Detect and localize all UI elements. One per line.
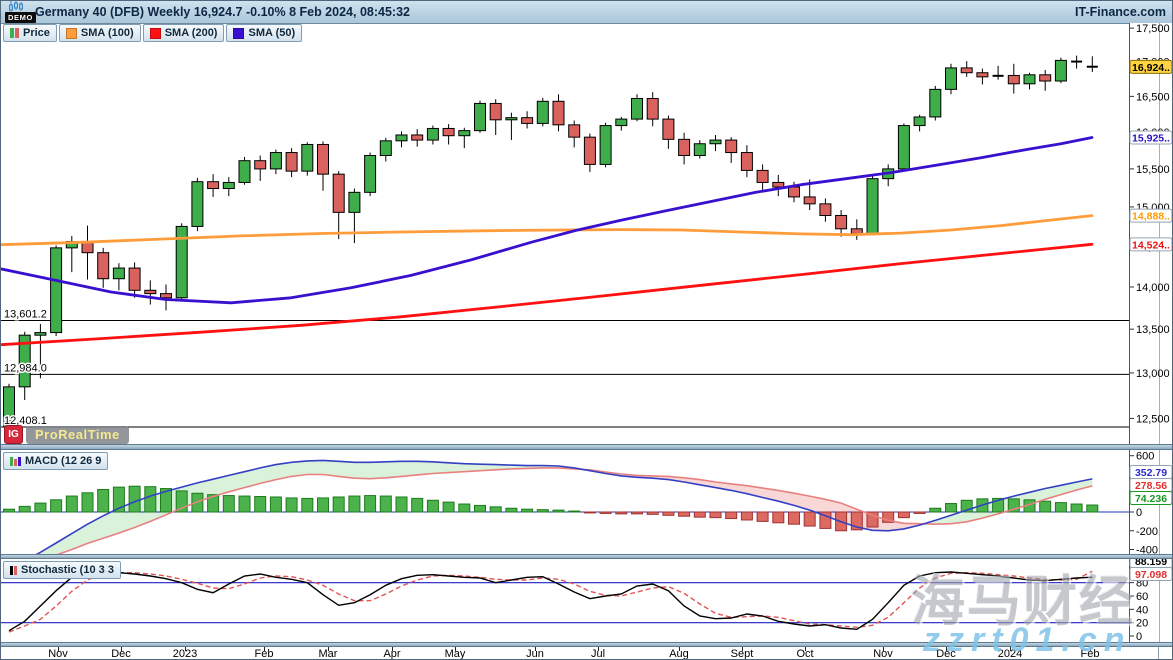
x-axis-label: Apr [383,648,400,660]
svg-text:14,888..: 14,888.. [1132,211,1170,223]
x-axis-label: Jul [591,648,605,660]
svg-text:14,000: 14,000 [1136,282,1170,294]
svg-text:14,524..: 14,524.. [1132,239,1170,251]
x-axis-label: Oct [796,648,813,660]
x-axis-label: Mar [319,648,338,660]
panel-separator[interactable] [1,642,1173,647]
svg-text:15,500: 15,500 [1136,164,1170,176]
stochastic-label-chip[interactable]: Stochastic (10 3 3 [3,561,121,580]
x-axis-label: 2023 [173,648,197,660]
svg-text:12,984.0: 12,984.0 [4,362,47,374]
sma-lines-layer [1,138,1092,345]
legend-label: SMA (100) [81,27,134,39]
panel-separator[interactable] [1,554,1173,559]
instrument-title: Germany 40 (DFB) Weekly 16,924.7 -0.10% … [35,5,410,19]
legend-label: Price [23,27,50,39]
price-icon [10,28,19,38]
svg-text:13,601.2: 13,601.2 [4,308,47,320]
demo-mode-badge: DEMO [5,12,36,23]
svg-text:-200: -200 [1136,526,1158,538]
candles-layer [4,56,1098,439]
sma100-line [1,216,1092,245]
svg-text:60: 60 [1136,591,1148,603]
x-axis-label: Dec [111,648,131,660]
panel-separator[interactable] [1,444,1173,450]
legend-chip-price[interactable]: Price [3,24,57,42]
svg-text:97.098: 97.098 [1135,569,1167,581]
x-axis-label: May [445,648,466,660]
x-axis-label: 2024 [998,648,1022,660]
svg-text:12,500: 12,500 [1136,413,1170,425]
svg-text:278.56: 278.56 [1135,480,1167,492]
svg-text:40: 40 [1136,604,1148,616]
svg-text:600: 600 [1136,451,1154,463]
ig-logo: IG [4,425,23,444]
macd-chart-canvas[interactable] [1,450,1129,554]
indicator-legend: Price SMA (100) SMA (200) SMA (50) [3,24,302,42]
price-chart-canvas[interactable]: 13,601.212,984.012,408.1 [1,23,1129,444]
legend-label: SMA (50) [248,27,295,39]
x-axis-label: Feb [1081,648,1100,660]
horizontal-lines-layer [1,320,1129,426]
prorealtime-logo[interactable]: IG ProRealTime [4,425,129,444]
stochastic-chart-canvas[interactable] [1,559,1129,642]
svg-text:16,924..: 16,924.. [1132,62,1170,74]
stochastic-label: Stochastic (10 3 3 [21,564,114,576]
sma100-swatch-icon [66,28,77,39]
legend-chip-sma100[interactable]: SMA (100) [59,24,141,42]
sma200-swatch-icon [150,28,161,39]
svg-text:0: 0 [1136,507,1142,519]
macd-label-chip[interactable]: MACD (12 26 9 [3,452,108,471]
svg-text:74.236: 74.236 [1135,493,1167,505]
x-axis-label: Dec [936,648,956,660]
macd-label: MACD (12 26 9 [25,455,101,467]
chart-application-window: DEMO Germany 40 (DFB) Weekly 16,924.7 -0… [0,0,1173,660]
brand-link[interactable]: IT-Finance.com [1075,5,1166,19]
svg-text:16,500: 16,500 [1136,91,1170,103]
prorealtime-wordmark: ProRealTime [26,426,129,444]
svg-text:20: 20 [1136,618,1148,630]
sma50-swatch-icon [233,28,244,39]
svg-text:13,500: 13,500 [1136,324,1170,336]
x-axis-label: Sept [731,648,754,660]
x-axis-label: Aug [669,648,689,660]
time-axis[interactable]: Nov Dec 2023 Feb Mar Apr May Jun Jul Aug Sept Oct No… [1,647,1173,660]
sma50-line [1,138,1092,303]
x-axis-label: Feb [255,648,274,660]
svg-text:17,500: 17,500 [1136,23,1170,35]
x-axis-label: Jun [526,648,544,660]
legend-chip-sma50[interactable]: SMA (50) [226,24,302,42]
stochastic-icon [10,566,17,575]
svg-text:13,000: 13,000 [1136,368,1170,380]
title-bar: DEMO Germany 40 (DFB) Weekly 16,924.7 -0… [1,1,1173,24]
svg-text:15,925..: 15,925.. [1132,132,1170,144]
svg-text:352.79: 352.79 [1135,467,1167,479]
legend-label: SMA (200) [165,27,218,39]
x-axis-label: Nov [48,648,68,660]
x-axis-label: Nov [873,648,893,660]
legend-chip-sma200[interactable]: SMA (200) [143,24,225,42]
macd-icon [10,457,21,466]
axis-corner-box [1158,647,1173,660]
